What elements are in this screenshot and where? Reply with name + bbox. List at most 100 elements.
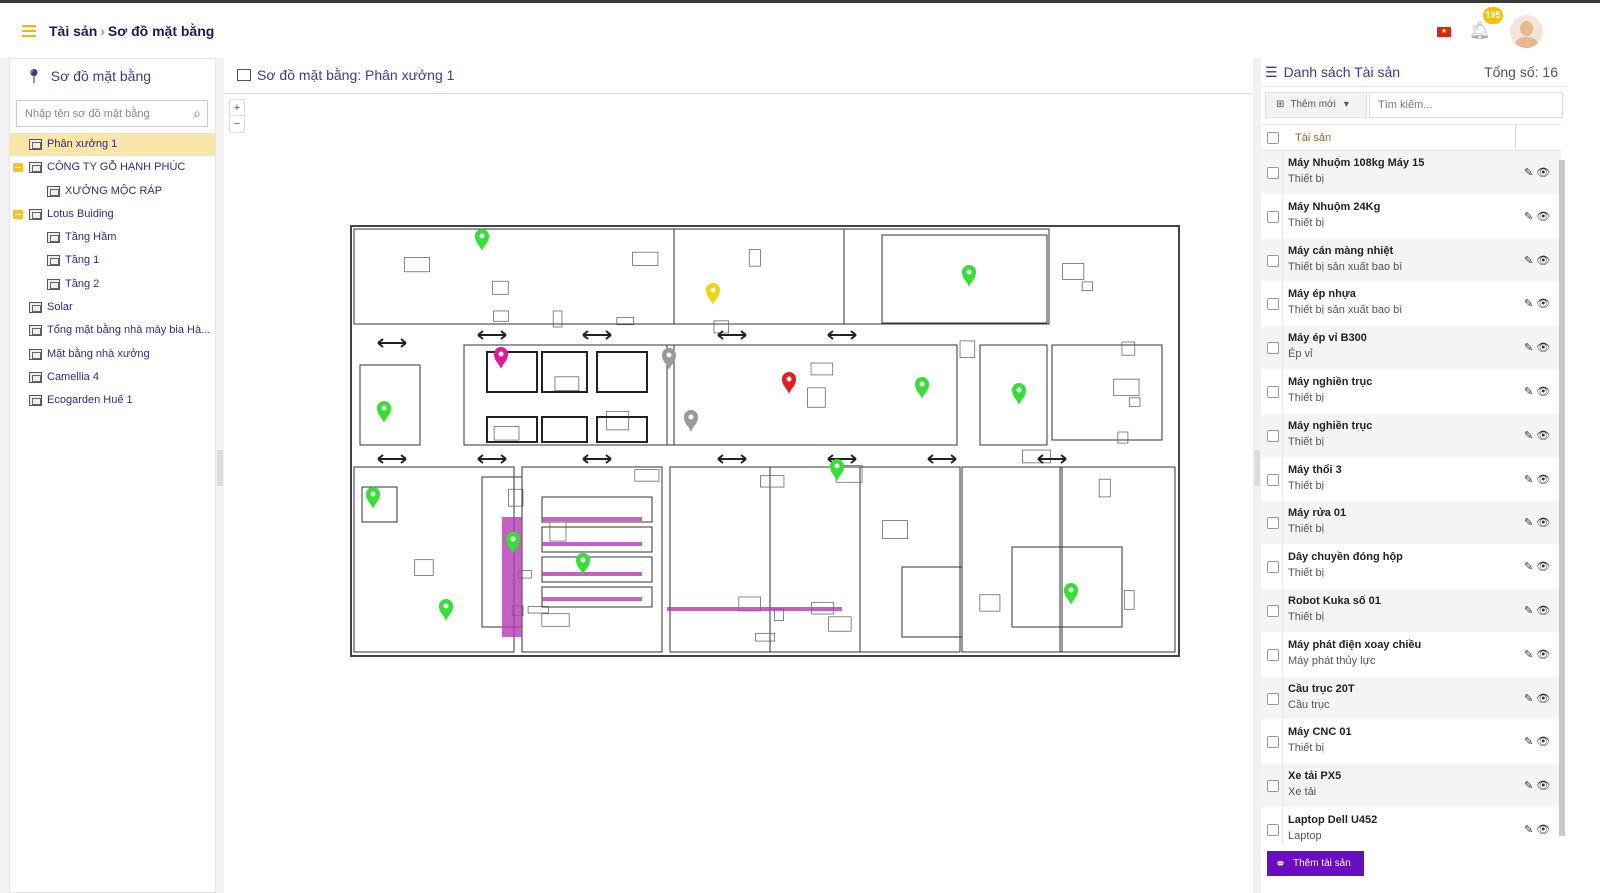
divider bbox=[1282, 633, 1283, 676]
edit-icon[interactable]: ✎ bbox=[1524, 561, 1533, 573]
asset-name: Máy Nhuộm 108kg Máy 15 bbox=[1288, 157, 1424, 169]
collapse-right-handle[interactable] bbox=[1254, 450, 1260, 486]
asset-row[interactable]: Robot Kuka số 01 Thiết bị ✎ 👁︎ bbox=[1261, 589, 1561, 633]
edit-icon[interactable]: ✎ bbox=[1524, 824, 1533, 836]
vietnam-flag-icon[interactable]: ★ bbox=[1437, 27, 1451, 37]
row-checkbox[interactable] bbox=[1267, 342, 1279, 354]
zoom-in-button[interactable]: + bbox=[230, 100, 244, 116]
tree-item[interactable]: Tổng mặt bằng nhà máy bia Hà... bbox=[10, 319, 215, 342]
hamburger-icon[interactable] bbox=[22, 25, 36, 37]
asset-row[interactable]: Máy phát điện xoay chiều Máy phát thủy l… bbox=[1261, 633, 1561, 677]
breadcrumb-assets[interactable]: Tài sản bbox=[49, 23, 97, 39]
view-eye-icon[interactable]: 👁︎ bbox=[1536, 342, 1550, 354]
tree-item[interactable]: Solar bbox=[10, 296, 215, 319]
tree-item[interactable]: Tầng Hầm bbox=[10, 226, 215, 249]
edit-icon[interactable]: ✎ bbox=[1524, 780, 1533, 792]
select-all-checkbox[interactable] bbox=[1267, 132, 1279, 144]
tree-item[interactable]: Phân xưởng 1 bbox=[10, 133, 215, 156]
edit-icon[interactable]: ✎ bbox=[1524, 255, 1533, 267]
tree-item[interactable]: Tầng 1 bbox=[10, 249, 215, 272]
view-eye-icon[interactable]: 👁︎ bbox=[1536, 736, 1550, 748]
row-checkbox[interactable] bbox=[1267, 298, 1279, 310]
asset-row[interactable]: Máy nghiền trục Thiết bị ✎ 👁︎ bbox=[1261, 370, 1561, 414]
asset-row[interactable]: Laptop Dell U452 Laptop ✎ 👁︎ bbox=[1261, 808, 1561, 844]
edit-icon[interactable]: ✎ bbox=[1524, 167, 1533, 179]
tree-item[interactable]: XƯỞNG MỘC RÁP bbox=[10, 180, 215, 203]
asset-type: Xe tải bbox=[1288, 786, 1316, 798]
asset-name: Máy nghiền trục bbox=[1288, 420, 1372, 432]
edit-icon[interactable]: ✎ bbox=[1524, 605, 1533, 617]
search-icon[interactable]: ⌕ bbox=[193, 105, 201, 122]
tree-item[interactable]: Tầng 2 bbox=[10, 273, 215, 296]
asset-search-input[interactable]: Tìm kiếm... bbox=[1369, 92, 1563, 118]
row-checkbox[interactable] bbox=[1267, 736, 1279, 748]
asset-row[interactable]: Máy nghiền trục Thiết bị ✎ 👁︎ bbox=[1261, 414, 1561, 458]
view-eye-icon[interactable]: 👁︎ bbox=[1536, 255, 1550, 267]
view-eye-icon[interactable]: 👁︎ bbox=[1536, 167, 1550, 179]
edit-icon[interactable]: ✎ bbox=[1524, 386, 1533, 398]
tree-item[interactable]: Camellia 4 bbox=[10, 366, 215, 389]
bell-icon[interactable]: 🔔︎ bbox=[1469, 21, 1491, 41]
row-checkbox[interactable] bbox=[1267, 517, 1279, 529]
view-eye-icon[interactable]: 👁︎ bbox=[1536, 605, 1550, 617]
view-eye-icon[interactable]: 👁︎ bbox=[1536, 561, 1550, 573]
asset-row[interactable]: Máy cán màng nhiệt Thiết bị sản xuất bao… bbox=[1261, 239, 1561, 283]
edit-icon[interactable]: ✎ bbox=[1524, 517, 1533, 529]
row-checkbox[interactable] bbox=[1267, 693, 1279, 705]
row-checkbox[interactable] bbox=[1267, 780, 1279, 792]
edit-icon[interactable]: ✎ bbox=[1524, 342, 1533, 354]
row-checkbox[interactable] bbox=[1267, 255, 1279, 267]
edit-icon[interactable]: ✎ bbox=[1524, 211, 1533, 223]
view-eye-icon[interactable]: 👁︎ bbox=[1536, 298, 1550, 310]
floorplan-image[interactable] bbox=[350, 225, 1180, 657]
tree-item-label: CÔNG TY GỖ HẠNH PHÚC bbox=[47, 156, 185, 179]
asset-row[interactable]: Máy rửa 01 Thiết bị ✎ 👁︎ bbox=[1261, 501, 1561, 545]
tree-item[interactable]: Lotus Buiding bbox=[10, 203, 215, 226]
row-checkbox[interactable] bbox=[1267, 824, 1279, 836]
edit-icon[interactable]: ✎ bbox=[1524, 430, 1533, 442]
tree-item[interactable]: Ecogarden Huế 1 bbox=[10, 389, 215, 412]
collapse-left-handle[interactable] bbox=[217, 450, 223, 486]
scrollbar[interactable] bbox=[1559, 160, 1565, 836]
edit-icon[interactable]: ✎ bbox=[1524, 649, 1533, 661]
collapse-icon[interactable] bbox=[13, 210, 23, 219]
view-eye-icon[interactable]: 👁︎ bbox=[1536, 430, 1550, 442]
add-asset-button[interactable]: Thêm tài sản bbox=[1267, 851, 1364, 876]
asset-row[interactable]: Dây chuyền đóng hộp Thiết bị ✎ 👁︎ bbox=[1261, 545, 1561, 589]
row-checkbox[interactable] bbox=[1267, 211, 1279, 223]
asset-row[interactable]: Máy Nhuộm 24Kg Thiết bị ✎ 👁︎ bbox=[1261, 195, 1561, 239]
asset-row[interactable]: Máy Nhuộm 108kg Máy 15 Thiết bị ✎ 👁︎ bbox=[1261, 151, 1561, 195]
view-eye-icon[interactable]: 👁︎ bbox=[1536, 517, 1550, 529]
row-checkbox[interactable] bbox=[1267, 474, 1279, 486]
view-eye-icon[interactable]: 👁︎ bbox=[1536, 693, 1550, 705]
view-eye-icon[interactable]: 👁︎ bbox=[1536, 474, 1550, 486]
add-new-dropdown[interactable]: ⊞ Thêm mới ▾ bbox=[1265, 92, 1367, 118]
view-eye-icon[interactable]: 👁︎ bbox=[1536, 649, 1550, 661]
collapse-icon[interactable] bbox=[13, 163, 23, 172]
view-eye-icon[interactable]: 👁︎ bbox=[1536, 211, 1550, 223]
row-checkbox[interactable] bbox=[1267, 649, 1279, 661]
view-eye-icon[interactable]: 👁︎ bbox=[1536, 386, 1550, 398]
view-eye-icon[interactable]: 👁︎ bbox=[1536, 780, 1550, 792]
row-checkbox[interactable] bbox=[1267, 561, 1279, 573]
zoom-out-button[interactable]: − bbox=[230, 116, 244, 132]
tree-item[interactable]: CÔNG TY GỖ HẠNH PHÚC bbox=[10, 156, 215, 179]
asset-row[interactable]: Máy ép vỉ B300 Ép vỉ ✎ 👁︎ bbox=[1261, 326, 1561, 370]
row-checkbox[interactable] bbox=[1267, 386, 1279, 398]
row-checkbox[interactable] bbox=[1267, 167, 1279, 179]
edit-icon[interactable]: ✎ bbox=[1524, 298, 1533, 310]
asset-row[interactable]: Máy ép nhựa Thiết bị sản xuất bao bì ✎ 👁… bbox=[1261, 282, 1561, 326]
asset-row[interactable]: Máy CNC 01 Thiết bị ✎ 👁︎ bbox=[1261, 720, 1561, 764]
asset-row[interactable]: Cầu trục 20T Cầu trục ✎ 👁︎ bbox=[1261, 677, 1561, 721]
edit-icon[interactable]: ✎ bbox=[1524, 474, 1533, 486]
avatar[interactable] bbox=[1510, 15, 1543, 48]
row-checkbox[interactable] bbox=[1267, 605, 1279, 617]
asset-row[interactable]: Máy thổi 3 Thiết bị ✎ 👁︎ bbox=[1261, 458, 1561, 502]
edit-icon[interactable]: ✎ bbox=[1524, 693, 1533, 705]
row-checkbox[interactable] bbox=[1267, 430, 1279, 442]
view-eye-icon[interactable]: 👁︎ bbox=[1536, 824, 1550, 836]
edit-icon[interactable]: ✎ bbox=[1524, 736, 1533, 748]
tree-item[interactable]: Mặt bằng nhà xưởng bbox=[10, 343, 215, 366]
asset-row[interactable]: Xe tải PX5 Xe tải ✎ 👁︎ bbox=[1261, 764, 1561, 808]
floorplan-search-input[interactable]: Nhập tên sơ đồ mặt bằng ⌕ bbox=[16, 100, 208, 127]
